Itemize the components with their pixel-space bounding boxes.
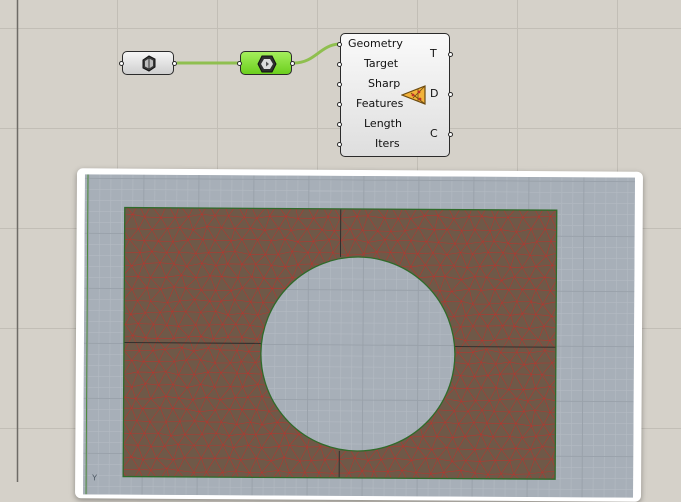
brep-param-component[interactable] — [119, 51, 177, 76]
output-grip-c[interactable] — [448, 132, 453, 137]
output-label-c[interactable]: C — [430, 127, 438, 140]
viewport-scene: Y — [83, 174, 635, 498]
remesh-component[interactable]: Geometry Target Sharp Features Length It… — [337, 33, 453, 157]
input-label-length[interactable]: Length — [364, 117, 402, 130]
input-label-geometry[interactable]: Geometry — [348, 37, 403, 50]
input-label-features[interactable]: Features — [356, 97, 403, 110]
input-grip-length[interactable] — [337, 122, 342, 127]
input-grip[interactable] — [119, 61, 124, 66]
input-grip-features[interactable] — [337, 102, 342, 107]
mesh-param-component[interactable] — [237, 51, 295, 77]
output-grip[interactable] — [290, 61, 295, 66]
viewport-preview-frame: Y — [74, 168, 644, 502]
output-grip-t[interactable] — [448, 52, 453, 57]
input-grip-iters[interactable] — [337, 142, 342, 147]
mesh-icon — [257, 55, 277, 77]
remesh-icon — [400, 84, 427, 110]
input-label-iters[interactable]: Iters — [375, 137, 400, 150]
output-grip[interactable] — [172, 61, 177, 66]
output-label-t[interactable]: T — [430, 47, 437, 60]
input-grip[interactable] — [237, 61, 242, 66]
wire-mesh-to-geometry — [293, 42, 340, 65]
input-grip-geometry[interactable] — [337, 42, 342, 47]
input-grip-sharp[interactable] — [337, 82, 342, 87]
axis-label-y: Y — [91, 473, 97, 482]
input-label-target[interactable]: Target — [364, 57, 398, 70]
input-label-sharp[interactable]: Sharp — [368, 77, 400, 90]
rhino-viewport[interactable]: Y — [83, 174, 635, 498]
output-label-d[interactable]: D — [430, 87, 438, 100]
output-grip-d[interactable] — [448, 92, 453, 97]
input-grip-target[interactable] — [337, 62, 342, 67]
brep-icon — [140, 55, 158, 76]
